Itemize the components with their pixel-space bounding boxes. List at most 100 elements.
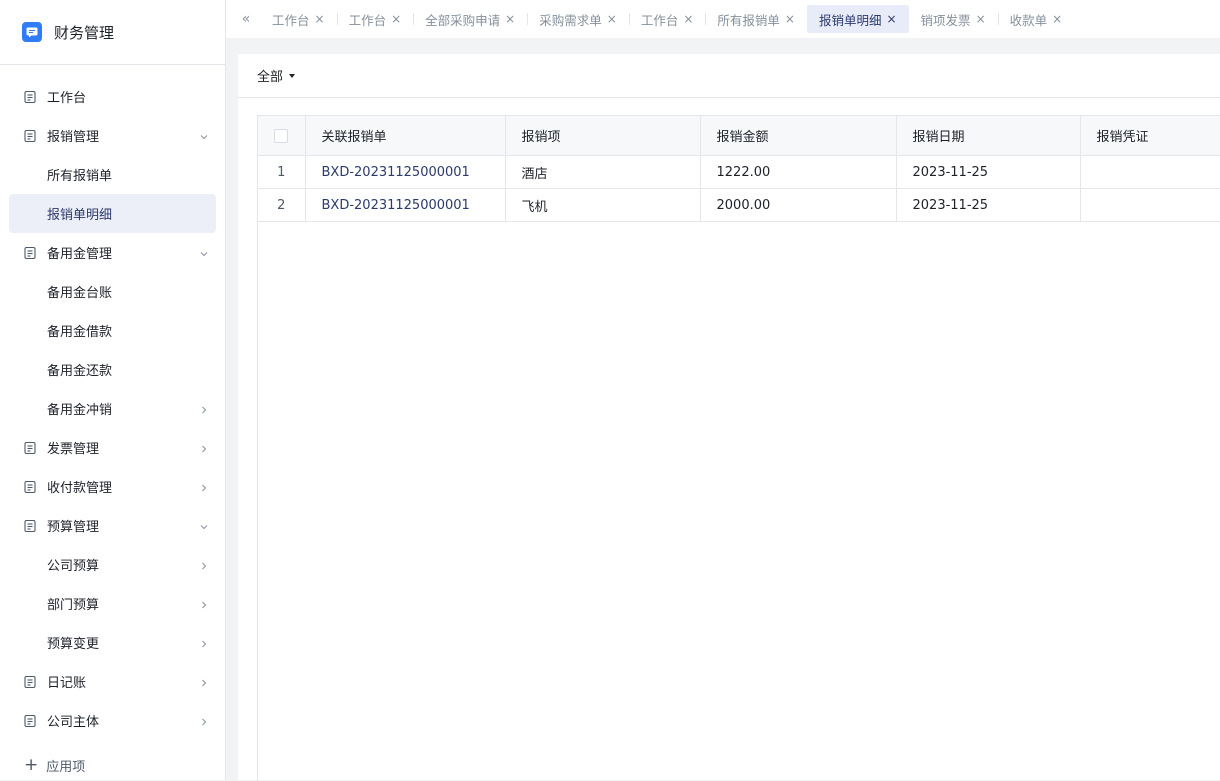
sidebar-item-label: 部门预算 bbox=[47, 598, 100, 613]
chevron-right-icon[interactable] bbox=[199, 638, 209, 648]
voucher-cell bbox=[1080, 188, 1220, 222]
sidebar-item[interactable]: 工作台 bbox=[9, 77, 216, 116]
app-header: 财务管理 bbox=[0, 0, 225, 65]
chevron-down-icon[interactable] bbox=[199, 248, 209, 258]
row-index: 1 bbox=[258, 155, 306, 189]
document-icon bbox=[23, 129, 37, 143]
sidebar-item-label: 公司预算 bbox=[47, 559, 100, 574]
bill-link[interactable]: BXD-20231125000001 bbox=[305, 188, 506, 222]
sidebar-item-label: 所有报销单 bbox=[47, 169, 113, 184]
plus-icon: + bbox=[24, 755, 39, 775]
table-row[interactable]: 2 BXD-20231125000001 飞机 2000.00 2023-11-… bbox=[258, 188, 1220, 222]
sidebar-item[interactable]: 备用金借款 bbox=[9, 311, 216, 350]
app-title: 财务管理 bbox=[54, 23, 115, 42]
chat-icon bbox=[22, 22, 42, 42]
close-icon[interactable]: × bbox=[391, 12, 401, 26]
tab-bar: « 工作台 × 工作台 × 全部采购申请 × 采购需求单 × 工作台 × 所有报销单 × 报销单明细 × 销… bbox=[226, 0, 1220, 38]
close-icon[interactable]: × bbox=[505, 12, 515, 26]
amount-cell: 1222.00 bbox=[700, 155, 897, 189]
detail-table: 关联报销单 报销项 报销金额 报销日期 报销凭证 1 BXD-202311250… bbox=[258, 116, 1220, 222]
close-icon[interactable]: × bbox=[683, 12, 693, 26]
item-cell: 飞机 bbox=[505, 188, 701, 222]
tab[interactable]: 全部采购申请 × bbox=[413, 5, 527, 33]
tab[interactable]: 所有报销单 × bbox=[705, 5, 807, 33]
sidebar: 财务管理 工作台报销管理所有报销单报销单明细备用金管理备用金台账备用金借款备用金… bbox=[0, 0, 226, 780]
sidebar-item-label: 备用金台账 bbox=[47, 286, 113, 301]
tab[interactable]: 收款单 × bbox=[997, 5, 1075, 33]
sidebar-item[interactable]: 报销管理 bbox=[9, 116, 216, 155]
tab[interactable]: 报销单明细 × bbox=[806, 5, 909, 33]
tab-label: 工作台 bbox=[348, 12, 387, 28]
tab[interactable]: 工作台 × bbox=[336, 5, 414, 33]
sidebar-item[interactable]: 部门预算 bbox=[9, 584, 216, 623]
document-icon bbox=[23, 714, 37, 728]
sidebar-item[interactable]: 所有报销单 bbox=[9, 155, 216, 194]
sidebar-item[interactable]: 日记账 bbox=[9, 662, 216, 701]
tab-label: 采购需求单 bbox=[539, 12, 602, 28]
sidebar-item[interactable]: 公司主体 bbox=[9, 701, 216, 740]
sidebar-item[interactable]: 报销单明细 bbox=[9, 194, 216, 233]
sidebar-item[interactable]: 备用金冲销 bbox=[9, 389, 216, 428]
table-row[interactable]: 1 BXD-20231125000001 酒店 1222.00 2023-11-… bbox=[258, 155, 1220, 189]
tab[interactable]: 工作台 × bbox=[628, 5, 706, 33]
filter-label: 全部 bbox=[257, 70, 284, 85]
column-header-bill: 关联报销单 bbox=[305, 116, 506, 156]
tab[interactable]: 销项发票 × bbox=[909, 5, 998, 33]
chevron-right-icon[interactable] bbox=[199, 599, 209, 609]
sidebar-item[interactable]: 预算变更 bbox=[9, 623, 216, 662]
add-app-item-button[interactable]: + 应用项 bbox=[24, 755, 86, 776]
close-icon[interactable]: × bbox=[976, 12, 986, 26]
chevron-right-icon[interactable] bbox=[199, 404, 209, 414]
caret-down-icon bbox=[289, 73, 296, 78]
select-all-checkbox[interactable] bbox=[274, 128, 289, 143]
close-icon[interactable]: × bbox=[886, 12, 896, 26]
sidebar-item-label: 预算变更 bbox=[47, 637, 100, 652]
document-icon bbox=[23, 519, 37, 533]
tab-label: 收款单 bbox=[1009, 12, 1048, 28]
close-icon[interactable]: × bbox=[1052, 12, 1062, 26]
tab[interactable]: 工作台 × bbox=[260, 5, 337, 33]
tab-label: 全部采购申请 bbox=[425, 12, 501, 28]
sidebar-item[interactable]: 发票管理 bbox=[9, 428, 216, 467]
close-icon[interactable]: × bbox=[315, 12, 325, 26]
filter-dropdown[interactable]: 全部 bbox=[257, 66, 296, 85]
column-header-item: 报销项 bbox=[505, 116, 701, 156]
sidebar-item[interactable]: 备用金管理 bbox=[9, 233, 216, 272]
document-icon bbox=[23, 441, 37, 455]
sidebar-item-label: 收付款管理 bbox=[47, 481, 113, 496]
sidebar-item-label: 备用金管理 bbox=[47, 247, 113, 262]
chevron-right-icon[interactable] bbox=[199, 716, 209, 726]
chevron-down-icon[interactable] bbox=[199, 131, 209, 141]
chevron-right-icon[interactable] bbox=[199, 443, 209, 453]
sidebar-menu: 工作台报销管理所有报销单报销单明细备用金管理备用金台账备用金借款备用金还款备用金… bbox=[0, 65, 225, 740]
bill-link[interactable]: BXD-20231125000001 bbox=[305, 155, 506, 189]
select-all-column[interactable] bbox=[258, 116, 306, 156]
tab[interactable]: 采购需求单 × bbox=[527, 5, 629, 33]
chevron-down-icon[interactable] bbox=[199, 521, 209, 531]
chevron-right-icon[interactable] bbox=[199, 482, 209, 492]
sidebar-item[interactable]: 备用金台账 bbox=[9, 272, 216, 311]
sidebar-item[interactable]: 收付款管理 bbox=[9, 467, 216, 506]
collapse-tabs-icon[interactable]: « bbox=[226, 11, 260, 27]
sidebar-item[interactable]: 公司预算 bbox=[9, 545, 216, 584]
tab-label: 工作台 bbox=[640, 12, 679, 28]
close-icon[interactable]: × bbox=[785, 12, 795, 26]
sidebar-item-label: 备用金冲销 bbox=[47, 403, 113, 418]
sidebar-item-label: 发票管理 bbox=[47, 442, 100, 457]
close-icon[interactable]: × bbox=[607, 12, 617, 26]
voucher-cell bbox=[1080, 155, 1220, 189]
main-content: 全部 关联报销单 报销项 报销金额 报销日期 报销凭证 1 BXD-202311… bbox=[238, 54, 1220, 781]
sidebar-item-label: 备用金借款 bbox=[47, 325, 113, 340]
chevron-right-icon[interactable] bbox=[199, 677, 209, 687]
sidebar-item-label: 工作台 bbox=[47, 91, 87, 106]
tab-label: 销项发票 bbox=[920, 12, 971, 28]
date-cell: 2023-11-25 bbox=[896, 188, 1081, 222]
column-header-voucher: 报销凭证 bbox=[1080, 116, 1220, 156]
sidebar-item[interactable]: 备用金还款 bbox=[9, 350, 216, 389]
chevron-right-icon[interactable] bbox=[199, 560, 209, 570]
filter-bar: 全部 bbox=[238, 54, 1220, 98]
sidebar-item[interactable]: 预算管理 bbox=[9, 506, 216, 545]
add-app-item-label: 应用项 bbox=[46, 760, 86, 775]
item-cell: 酒店 bbox=[505, 155, 701, 189]
document-icon bbox=[23, 90, 37, 104]
